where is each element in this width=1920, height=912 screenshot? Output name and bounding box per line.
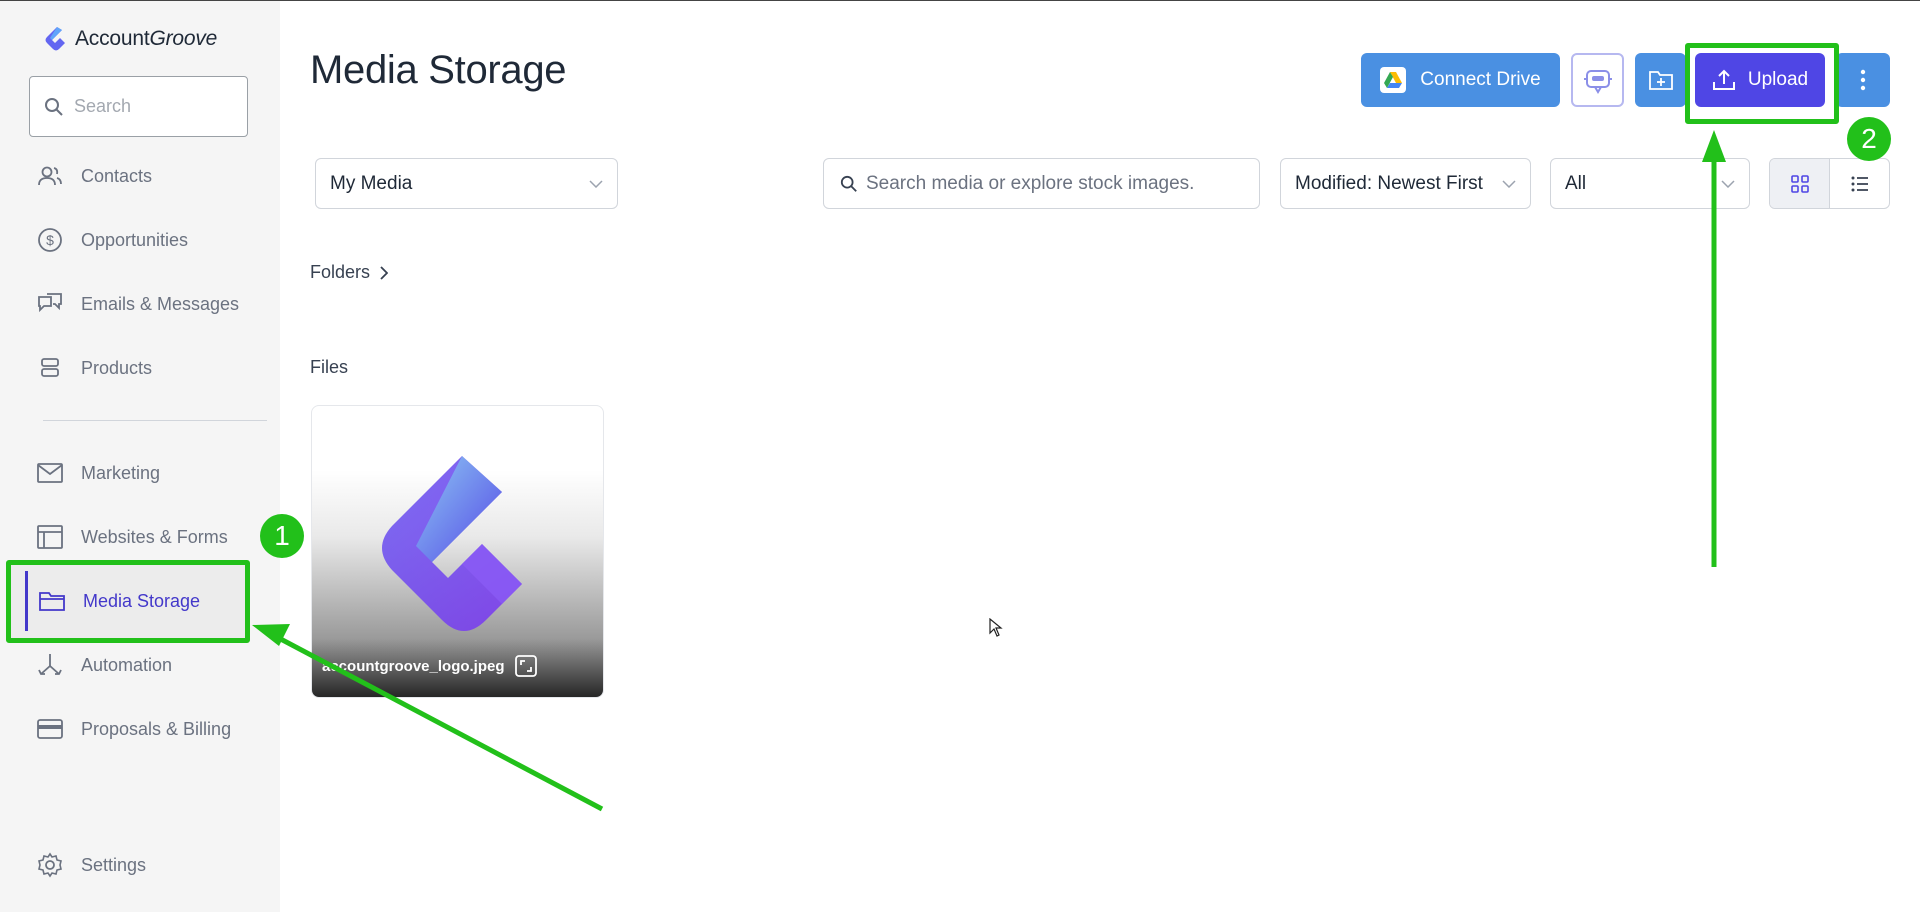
annotation-arrow-1 xyxy=(273,633,604,812)
mouse-cursor-icon xyxy=(989,618,1003,637)
annotation-arrowhead-2 xyxy=(1702,130,1726,162)
annotation-arrows xyxy=(252,130,1726,812)
